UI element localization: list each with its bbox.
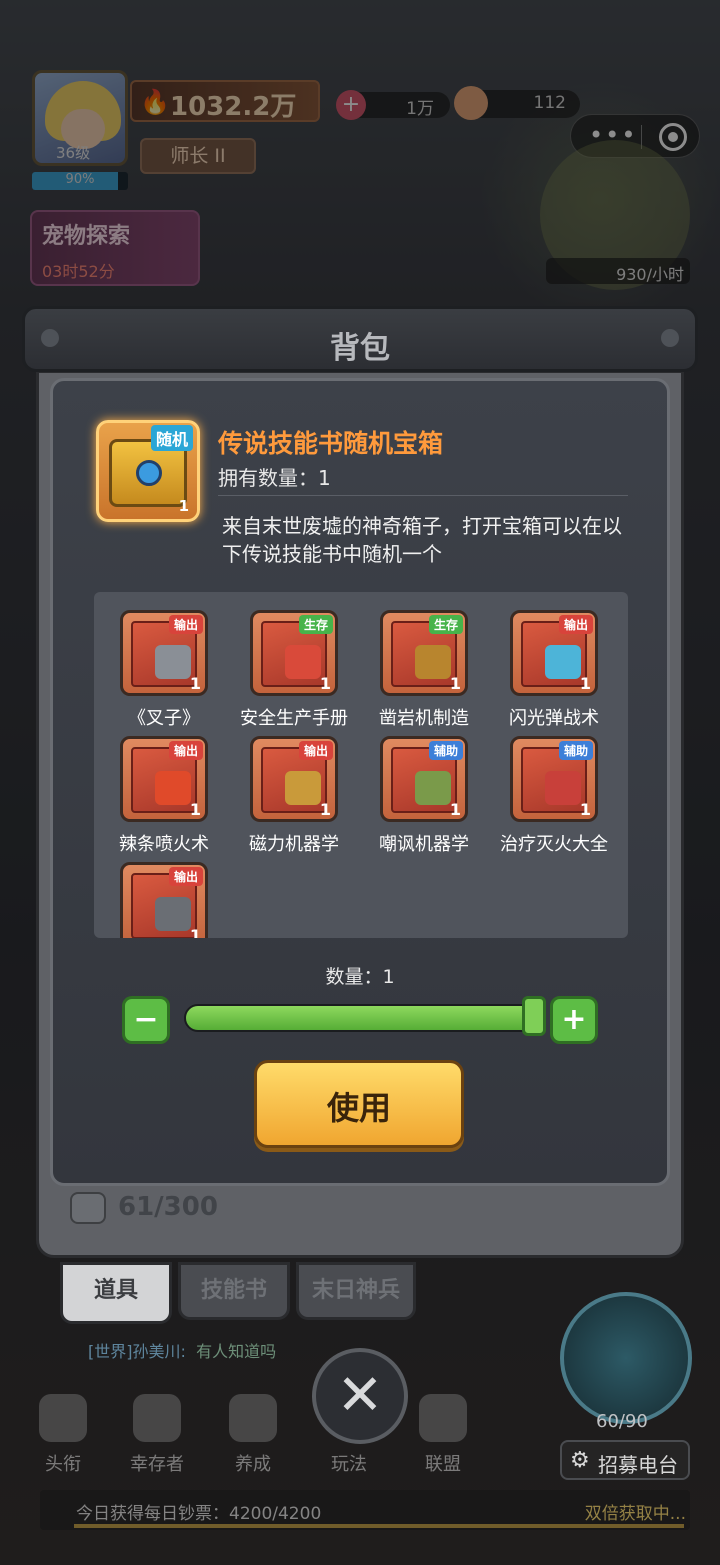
book-emblem-icon	[415, 771, 451, 805]
skill-book-item[interactable]: 生存 1	[250, 610, 338, 696]
nav-title-label: 头衔	[45, 1454, 81, 1475]
item-name: 传说技能书随机宝箱	[218, 429, 444, 458]
book-emblem-icon	[285, 645, 321, 679]
book-type-tag: 辅助	[428, 741, 463, 760]
skill-book-label: 《叉子》	[128, 708, 200, 729]
grid-icon	[229, 1394, 277, 1442]
book-count: 1	[189, 926, 201, 938]
nav-title[interactable]: 头衔	[18, 1388, 108, 1478]
skill-book-item[interactable]: 输出 1	[120, 862, 208, 938]
skill-book-item[interactable]: 输出 1	[120, 610, 208, 696]
book-count: 1	[449, 674, 461, 693]
recruit-radio-button[interactable]: ⚙ 招募电台	[560, 1440, 690, 1480]
book-emblem-icon	[155, 771, 191, 805]
world-chat[interactable]: [世界]孙美川: 有人知道吗	[88, 1338, 276, 1362]
chat-sender: 孙美川:	[132, 1342, 186, 1361]
skill-book-label: 安全生产手册	[240, 708, 348, 729]
skill-book-item[interactable]: 生存 1	[380, 610, 468, 696]
gear-icon: ⚙	[570, 1448, 590, 1473]
star-badge-icon	[39, 1394, 87, 1442]
nav-alliance[interactable]: 联盟	[398, 1388, 488, 1478]
daily-cash-progress	[74, 1524, 684, 1528]
book-type-tag: 输出	[298, 741, 333, 760]
recruit-radio-label: 招募电台	[598, 1453, 678, 1477]
book-type-tag: 输出	[168, 741, 203, 760]
book-count: 1	[319, 674, 331, 693]
book-count: 1	[189, 674, 201, 693]
header-bolt-right	[661, 329, 679, 347]
book-emblem-icon	[155, 897, 191, 931]
skill-book-label: 磁力机器学	[249, 834, 339, 855]
nav-survivors-label: 幸存者	[130, 1454, 184, 1475]
book-count: 1	[189, 800, 201, 819]
skill-book-grid[interactable]: 输出 1 《叉子》 生存 1 安全生产手册 生存 1 凿岩机制造 输出 1 闪光弹战术 输出 1 辣条喷火术…	[94, 592, 628, 938]
double-gain-text: 双倍获取中...	[584, 1504, 686, 1524]
use-button-label: 使用	[326, 1089, 391, 1127]
book-count: 1	[579, 800, 591, 819]
daily-cash-text: 今日获得每日钞票：4200/4200	[76, 1504, 322, 1524]
book-emblem-icon	[155, 645, 191, 679]
skill-book-item[interactable]: 辅助 1	[380, 736, 468, 822]
book-type-tag: 生存	[428, 615, 463, 634]
quantity-slider[interactable]	[184, 1004, 544, 1032]
skill-book-item[interactable]: 输出 1	[510, 610, 598, 696]
chest-gem	[136, 460, 162, 486]
nav-develop[interactable]: 养成	[208, 1388, 298, 1478]
close-bag-button[interactable]: ✕	[312, 1348, 408, 1444]
tab-doomsday-weapons[interactable]: 末日神兵	[296, 1262, 416, 1320]
radar-count: 60/90	[596, 1411, 648, 1432]
skill-book-label: 辣条喷火术	[119, 834, 209, 855]
book-emblem-icon	[285, 771, 321, 805]
skill-book-label: 凿岩机制造	[379, 708, 469, 729]
nav-survivors[interactable]: 幸存者	[112, 1388, 202, 1478]
skill-book-item[interactable]: 输出 1	[120, 736, 208, 822]
hat-icon	[133, 1394, 181, 1442]
book-count: 1	[319, 800, 331, 819]
book-count: 1	[579, 674, 591, 693]
detail-divider	[218, 495, 628, 496]
nav-develop-label: 养成	[235, 1454, 271, 1475]
skill-book-label: 闪光弹战术	[509, 708, 599, 729]
skill-book-label: 嘲讽机器学	[379, 834, 469, 855]
bag-capacity-value: 61/300	[118, 1192, 218, 1222]
daily-cash-ticker: 今日获得每日钞票：4200/4200 双倍获取中...	[40, 1490, 690, 1530]
quantity-slider-handle[interactable]	[522, 996, 546, 1036]
tab-items[interactable]: 道具	[60, 1262, 172, 1324]
book-type-tag: 输出	[168, 867, 203, 886]
tab-skill-books[interactable]: 技能书	[178, 1262, 290, 1320]
book-type-tag: 输出	[168, 615, 203, 634]
item-count: 1	[178, 497, 189, 515]
item-description: 来自末世废墟的神奇箱子，打开宝箱可以在以下传说技能书中随机一个	[222, 514, 622, 566]
book-type-tag: 输出	[558, 615, 593, 634]
book-emblem-icon	[545, 645, 581, 679]
chat-channel: [世界]	[88, 1342, 133, 1361]
quantity-slider-fill	[186, 1006, 542, 1030]
radar-station[interactable]	[560, 1292, 692, 1424]
increase-button[interactable]: +	[550, 996, 598, 1044]
bag-title: 背包	[330, 331, 390, 366]
skill-book-item[interactable]: 辅助 1	[510, 736, 598, 822]
book-type-tag: 辅助	[558, 741, 593, 760]
plus-icon: +	[561, 1002, 587, 1037]
book-emblem-icon	[545, 771, 581, 805]
quantity-label: 数量：1	[325, 966, 395, 988]
backpack-icon	[70, 1192, 106, 1224]
chat-message: 有人知道吗	[196, 1342, 277, 1361]
shield-icon	[419, 1394, 467, 1442]
book-emblem-icon	[415, 645, 451, 679]
nav-alliance-label: 联盟	[425, 1454, 461, 1475]
book-count: 1	[449, 800, 461, 819]
nav-gameplay-label: 玩法	[331, 1454, 367, 1475]
bag-header: 背包	[22, 306, 698, 372]
owned-quantity: 拥有数量：1	[218, 466, 331, 490]
skill-book-label: 治疗灭火大全	[500, 834, 608, 855]
decrease-button[interactable]: −	[122, 996, 170, 1044]
book-type-tag: 生存	[298, 615, 333, 634]
minus-icon: −	[133, 1002, 159, 1037]
use-button[interactable]: 使用	[254, 1060, 464, 1148]
close-icon: ✕	[336, 1363, 384, 1428]
item-icon-slot: 随机 1	[96, 420, 200, 522]
random-tag: 随机	[150, 425, 193, 451]
skill-book-item[interactable]: 输出 1	[250, 736, 338, 822]
